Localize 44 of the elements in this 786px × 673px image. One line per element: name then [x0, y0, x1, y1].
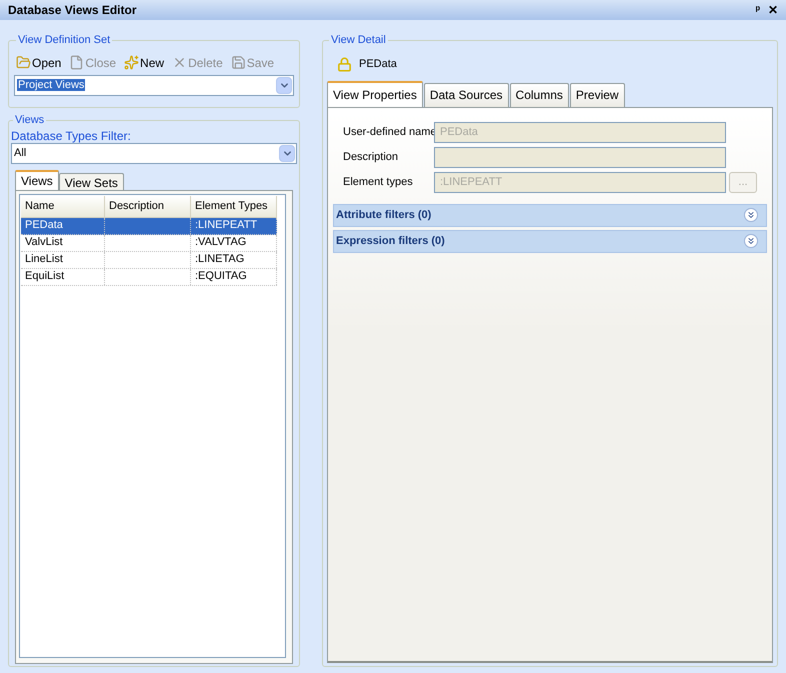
field-label: Description — [342, 150, 400, 165]
toolbar-button[interactable]: Open — [16, 54, 62, 72]
section-header[interactable]: Expression filters (0) — [333, 230, 767, 252]
folder-icon — [16, 55, 31, 70]
table-cell: :EQUITAG — [191, 268, 277, 284]
document-icon — [69, 55, 84, 70]
column-header[interactable]: Name — [21, 196, 105, 218]
table-cell: EquiList — [21, 268, 105, 284]
dropdown-field[interactable]: All — [11, 142, 297, 164]
table-cell: PEData — [21, 218, 105, 234]
tab[interactable]: Data Sources — [424, 82, 509, 106]
view-name: PEData — [359, 57, 397, 72]
tab[interactable]: Views — [15, 170, 59, 190]
table-cell: ValvList — [21, 234, 105, 250]
pin-button[interactable]: ᵖ — [756, 2, 760, 18]
window-title: Database Views Editor — [8, 2, 138, 19]
table-cell: LineList — [21, 252, 105, 268]
table-cell: :LINETAG — [191, 252, 277, 268]
table-row[interactable]: EquiList :EQUITAG — [21, 268, 277, 286]
group-title: View Detail — [330, 33, 387, 48]
lock-icon — [337, 57, 352, 72]
dropdown-field[interactable]: Project Views — [14, 74, 294, 96]
expand-icon[interactable] — [744, 208, 758, 222]
tab[interactable]: Preview — [570, 82, 625, 106]
column-header[interactable]: Description — [105, 196, 191, 218]
sparkle-icon — [124, 55, 140, 70]
table-cell: :VALVTAG — [191, 234, 277, 250]
table-row[interactable]: LineList :LINETAG — [21, 252, 277, 268]
table-cell: :LINEPEATT — [191, 218, 277, 234]
table-row[interactable]: PEData :LINEPEATT — [21, 218, 277, 234]
table-row[interactable]: ValvList :VALVTAG — [21, 234, 277, 252]
column-header[interactable]: Element Types — [191, 196, 277, 218]
group-title: View Definition Set — [17, 33, 112, 48]
field-label: Element types — [342, 174, 414, 190]
toolbar-button[interactable]: New — [124, 54, 164, 72]
save-icon — [230, 55, 246, 70]
tab[interactable]: View Sets — [58, 172, 124, 190]
section-header[interactable]: Attribute filters (0) — [333, 204, 767, 226]
close-button[interactable]: ✕ — [768, 1, 778, 19]
group-title: Views — [14, 113, 46, 128]
expand-icon[interactable] — [744, 234, 758, 248]
filter-label: Database Types Filter: — [11, 128, 132, 142]
tab[interactable]: View Properties — [327, 80, 423, 106]
tab[interactable]: Columns — [510, 82, 569, 106]
